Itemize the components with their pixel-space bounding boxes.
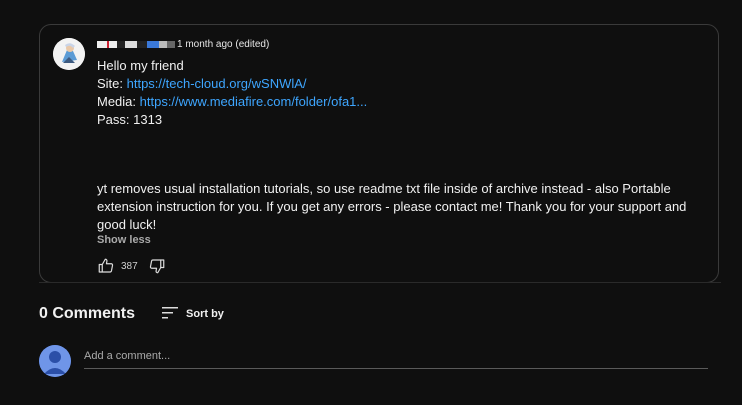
- username-flag-icon[interactable]: [97, 41, 175, 48]
- comment-actions: 387: [97, 257, 166, 275]
- comments-count: 0 Comments: [39, 305, 136, 322]
- sort-label: Sort by: [186, 308, 224, 320]
- comment-body: Hello my friend Site: https://tech-cloud…: [97, 57, 697, 129]
- site-link[interactable]: https://tech-cloud.org/wSNWlA/: [127, 76, 307, 91]
- comments-header: 0 Comments Sort by: [39, 305, 224, 323]
- thumbs-up-icon[interactable]: [97, 257, 115, 275]
- pinned-comment-card: 1 month ago (edited) Hello my friend Sit…: [39, 24, 719, 283]
- site-label: Site:: [97, 76, 127, 91]
- site-line: Site: https://tech-cloud.org/wSNWlA/: [97, 75, 697, 93]
- pass-line: Pass: 1313: [97, 112, 163, 127]
- like-count: 387: [121, 260, 138, 272]
- media-label: Media:: [97, 94, 140, 109]
- sort-icon: [162, 306, 186, 323]
- greeting-line: Hello my friend: [97, 58, 184, 73]
- media-link[interactable]: https://www.mediafire.com/folder/ofa1...: [140, 94, 368, 109]
- show-less-button[interactable]: Show less: [97, 234, 151, 246]
- media-line: Media: https://www.mediafire.com/folder/…: [97, 93, 697, 111]
- thumbs-down-icon[interactable]: [148, 257, 166, 275]
- comment-timestamp[interactable]: 1 month ago (edited): [177, 39, 269, 50]
- user-avatar-icon[interactable]: [39, 345, 71, 377]
- divider: [39, 282, 721, 283]
- sort-button[interactable]: Sort by: [162, 306, 224, 323]
- add-comment-input[interactable]: [84, 347, 708, 369]
- commenter-avatar[interactable]: [53, 38, 85, 70]
- comment-meta: 1 month ago (edited): [97, 39, 269, 50]
- comment-paragraph: yt removes usual installation tutorials,…: [97, 181, 687, 232]
- add-comment-row: [39, 345, 709, 378]
